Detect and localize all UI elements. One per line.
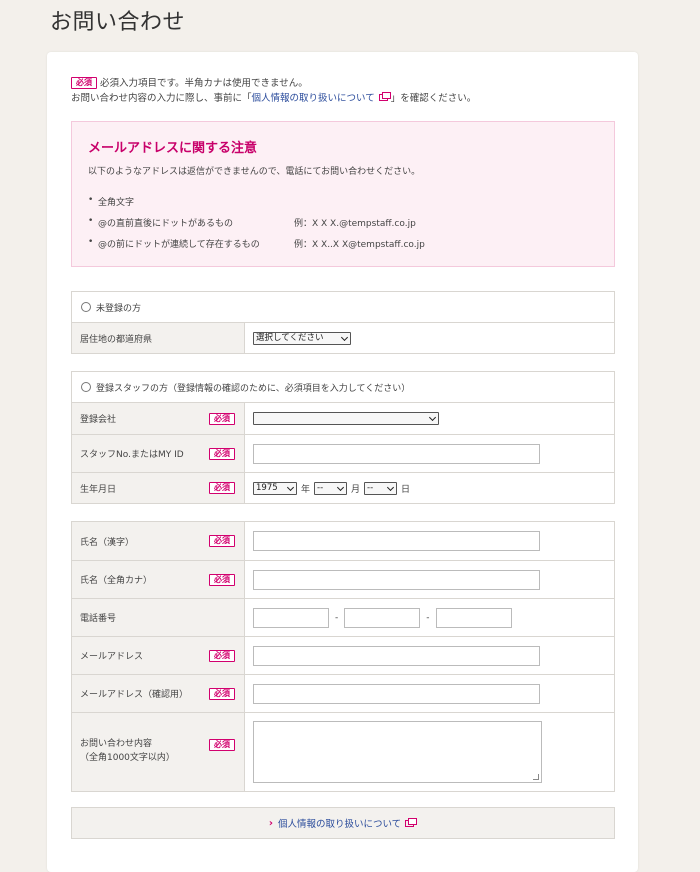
phone-row: 電話番号 - - <box>72 598 614 636</box>
contact-section: 氏名（漢字） 必須 氏名（全角カナ） 必須 電話番号 - - メールアドレス 必須 メ… <box>71 521 615 792</box>
company-label: 登録会社 必須 <box>72 403 245 434</box>
birthdate-row: 生年月日 必須 1975 年 -- 月 -- 日 <box>72 472 614 503</box>
email-confirm-row: メールアドレス（確認用） 必須 <box>72 674 614 712</box>
notice-item: • @の直前直後にドットがあるもの 例：X X X.@tempstaff.co.jp <box>88 216 416 229</box>
unregistered-radio[interactable]: 未登録の方 <box>72 292 614 322</box>
phone-input-3[interactable] <box>435 607 512 628</box>
required-badge: 必須 <box>209 687 235 700</box>
chevron-down-icon <box>336 483 345 491</box>
phone-input-2[interactable] <box>344 607 421 628</box>
notice-item: • @の前にドットが連続して存在するもの 例：X X..X X@tempstaff.… <box>88 237 425 250</box>
email-label: メールアドレス 必須 <box>72 637 245 674</box>
radio-button[interactable] <box>81 382 91 392</box>
intro-line2-prefix: お問い合わせ内容の入力に際し、事前に「 <box>71 93 252 104</box>
name-kanji-label: 氏名（漢字） 必須 <box>72 522 245 560</box>
intro-line2-suffix: 」を確認ください。 <box>390 93 477 104</box>
birthdate-label: 生年月日 必須 <box>72 473 245 503</box>
registered-section: 登録スタッフの方（登録情報の確認のために、必須項目を入力してください） 登録会社… <box>71 371 615 504</box>
name-kana-input[interactable] <box>253 569 540 590</box>
prefecture-row: 居住地の都道府県 選択してください <box>72 322 614 353</box>
chevron-down-icon <box>286 483 295 491</box>
prefecture-label: 居住地の都道府県 <box>72 323 245 353</box>
intro-text: 必須 必須入力項目です。半角カナは使用できません。 お問い合わせ内容の入力に際し、… <box>71 76 476 106</box>
staff-id-input[interactable] <box>253 443 540 464</box>
required-badge: 必須 <box>71 77 97 89</box>
year-unit: 年 <box>301 484 311 495</box>
intro-line1: 必須入力項目です。半角カナは使用できません。 <box>100 78 308 89</box>
chevron-right-icon: › <box>268 817 273 829</box>
external-link-icon <box>378 92 391 101</box>
notice-list: • 全角文字 • @の直前直後にドットがあるもの 例：X X X.@tempstaff… <box>88 195 425 258</box>
privacy-link-button[interactable]: › 個人情報の取り扱いについて <box>71 807 615 839</box>
required-badge: 必須 <box>209 482 235 494</box>
company-row: 登録会社 必須 <box>72 402 614 434</box>
notice-description: 以下のようなアドレスは返信ができませんので、電話にてお問い合わせください。 <box>88 167 421 177</box>
registered-radio[interactable]: 登録スタッフの方（登録情報の確認のために、必須項目を入力してください） <box>72 372 614 402</box>
radio-button[interactable] <box>81 302 91 312</box>
name-kanji-row: 氏名（漢字） 必須 <box>72 522 614 560</box>
email-confirm-input[interactable] <box>253 683 540 704</box>
phone-separator: - <box>335 612 339 623</box>
required-badge: 必須 <box>209 535 235 547</box>
email-notice: メールアドレスに関する注意 以下のようなアドレスは返信ができませんので、電話にて… <box>71 121 615 267</box>
phone-input-1[interactable] <box>253 607 329 628</box>
page-title: お問い合わせ <box>50 10 186 35</box>
company-select[interactable] <box>253 412 439 425</box>
email-input[interactable] <box>253 645 540 666</box>
registered-radio-label: 登録スタッフの方（登録情報の確認のために、必須項目を入力してください） <box>96 383 411 394</box>
inquiry-label: お問い合わせ内容 （全角1000文字以内） 必須 <box>72 713 245 791</box>
intro-privacy-link[interactable]: 個人情報の取り扱いについて <box>252 93 375 104</box>
required-badge: 必須 <box>209 739 235 751</box>
staff-id-label: スタッフNo.またはMY ID 必須 <box>72 435 245 472</box>
name-kanji-input[interactable] <box>253 531 540 551</box>
unregistered-section: 未登録の方 居住地の都道府県 選択してください <box>71 291 615 354</box>
external-link-icon <box>405 817 418 827</box>
privacy-link-label: 個人情報の取り扱いについて <box>277 819 402 830</box>
phone-separator: - <box>426 612 430 623</box>
staff-id-row: スタッフNo.またはMY ID 必須 <box>72 434 614 472</box>
month-unit: 月 <box>351 484 361 495</box>
day-unit: 日 <box>401 484 411 495</box>
prefecture-select[interactable]: 選択してください <box>253 331 351 345</box>
unregistered-radio-label: 未登録の方 <box>96 303 142 314</box>
notice-item: • 全角文字 <box>88 195 135 208</box>
phone-label: 電話番号 <box>72 599 245 636</box>
email-confirm-label: メールアドレス（確認用） 必須 <box>72 675 245 712</box>
inquiry-row: お問い合わせ内容 （全角1000文字以内） 必須 <box>72 712 614 791</box>
required-badge: 必須 <box>209 649 235 662</box>
required-badge: 必須 <box>209 447 235 460</box>
name-kana-label: 氏名（全角カナ） 必須 <box>72 561 245 598</box>
birth-month-select[interactable]: -- <box>314 481 348 495</box>
required-badge: 必須 <box>209 412 235 425</box>
inquiry-textarea[interactable] <box>253 721 542 783</box>
birth-day-select[interactable]: -- <box>364 481 398 495</box>
chevron-down-icon <box>428 413 437 422</box>
email-row: メールアドレス 必須 <box>72 636 614 674</box>
notice-title: メールアドレスに関する注意 <box>88 141 258 156</box>
chevron-down-icon <box>340 333 349 341</box>
required-badge: 必須 <box>209 573 235 586</box>
chevron-down-icon <box>386 483 395 491</box>
birth-year-select[interactable]: 1975 <box>253 481 297 495</box>
name-kana-row: 氏名（全角カナ） 必須 <box>72 560 614 598</box>
form-card: 必須 必須入力項目です。半角カナは使用できません。 お問い合わせ内容の入力に際し、… <box>47 52 638 872</box>
resize-handle-icon[interactable] <box>533 774 539 780</box>
